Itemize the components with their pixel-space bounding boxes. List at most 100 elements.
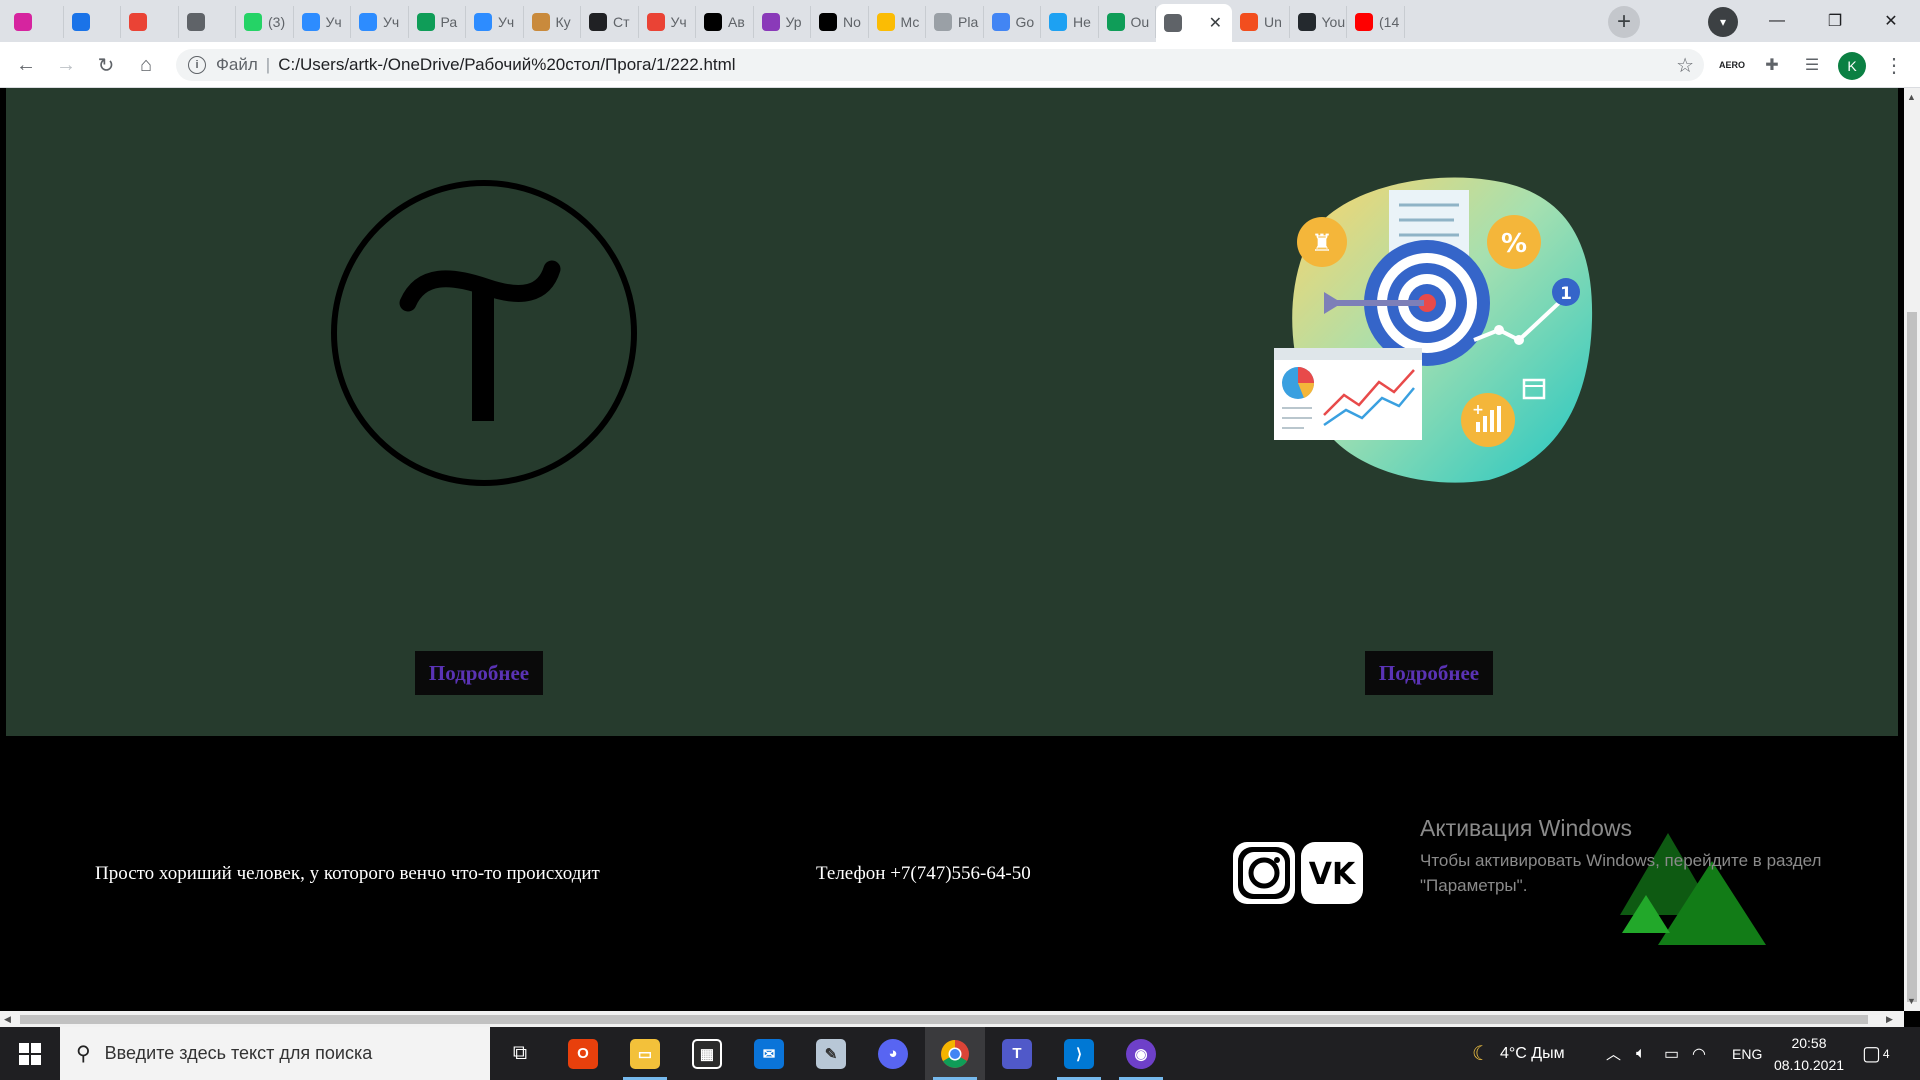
language-indicator[interactable]: ENG <box>1732 1027 1762 1080</box>
notion-icon <box>819 13 837 31</box>
taskbar-paint[interactable]: ✎ <box>801 1027 861 1080</box>
tab-title: No <box>843 14 861 30</box>
scroll-left-arrow-icon[interactable]: ◀ <box>4 1014 11 1025</box>
task-view-button[interactable]: ⧉ <box>490 1027 550 1080</box>
browser-tab[interactable]: ✕ <box>1156 4 1232 42</box>
address-bar[interactable]: i Файл | C:/Users/artk-/OneDrive/Рабочий… <box>176 49 1704 81</box>
taskbar-office[interactable]: O <box>553 1027 613 1080</box>
battery-icon[interactable]: ▭ <box>1664 1027 1679 1080</box>
taskbar-vscode[interactable]: ⟩ <box>1049 1027 1109 1080</box>
browser-tab[interactable] <box>64 6 121 38</box>
browser-tab[interactable] <box>121 6 179 38</box>
footer-tagline: Просто хориший человек, у которого венчо… <box>95 863 600 884</box>
browser-tab[interactable]: Уч <box>351 6 409 38</box>
extensions-puzzle-icon[interactable]: ✚ <box>1760 53 1784 77</box>
browser-tab[interactable]: (14 <box>1347 6 1405 38</box>
more-button-left[interactable]: Подробнее <box>415 651 543 695</box>
browser-tab[interactable]: Go <box>984 6 1041 38</box>
github-desktop-icon: ◉ <box>1126 1038 1156 1069</box>
notification-icon: ▢ <box>1862 1043 1881 1065</box>
notifications-button[interactable]: ▢ 4 <box>1862 1027 1890 1080</box>
vertical-scroll-thumb[interactable] <box>1907 312 1917 1002</box>
activation-watermark-subtitle: Чтобы активировать Windows, перейдите в … <box>1420 851 1822 895</box>
home-icon[interactable]: ⌂ <box>132 51 160 79</box>
browser-tab[interactable]: (3) <box>236 6 294 38</box>
back-arrow-icon[interactable]: ← <box>12 51 40 79</box>
browser-tab[interactable]: Ав <box>696 6 754 38</box>
hand-icon <box>531 13 550 31</box>
browser-tab[interactable]: You <box>1290 6 1347 38</box>
taskbar-chrome[interactable] <box>925 1027 985 1080</box>
browser-tab[interactable]: Уч <box>639 6 696 38</box>
browser-tab[interactable]: Pla <box>926 6 984 38</box>
start-button[interactable] <box>0 1027 60 1080</box>
tab-title: Ст <box>613 14 630 30</box>
marketing-target-illustration: ♜ % 1 + <box>1274 177 1593 483</box>
forward-arrow-icon[interactable]: → <box>52 51 80 79</box>
scroll-down-arrow-icon[interactable]: ▼ <box>1907 996 1916 1006</box>
mail-icon: ✉ <box>754 1038 784 1069</box>
instagram-link[interactable] <box>1233 842 1295 904</box>
browser-tab[interactable]: Не <box>1041 6 1099 38</box>
browser-tab[interactable]: Ку <box>524 6 581 38</box>
browser-tab[interactable]: Уч <box>466 6 524 38</box>
paint-icon: ✎ <box>816 1038 846 1069</box>
activation-watermark-title: Активация Windows <box>1420 815 1632 841</box>
horizontal-scroll-thumb[interactable] <box>20 1015 1868 1024</box>
translate-icon <box>991 13 1010 31</box>
info-icon[interactable]: i <box>188 56 206 74</box>
restore-button[interactable]: ❐ <box>1806 0 1864 42</box>
minimize-button[interactable]: — <box>1748 0 1806 42</box>
media-queue-icon[interactable]: ☰ <box>1800 53 1824 77</box>
browser-tab[interactable]: No <box>811 6 869 38</box>
more-button-right[interactable]: Подробнее <box>1365 651 1493 695</box>
tab-search-button[interactable]: ▾ <box>1708 7 1738 37</box>
browser-tab[interactable]: Un <box>1232 6 1290 38</box>
close-window-button[interactable]: ✕ <box>1862 0 1920 42</box>
wifi-icon[interactable]: ◠ <box>1692 1027 1706 1080</box>
weather-text: 4°C Дым <box>1499 1044 1565 1062</box>
tab-title: Ав <box>728 14 745 30</box>
whatsapp-icon <box>244 13 262 31</box>
tab-title: (14 <box>1379 14 1400 30</box>
weather-widget[interactable]: ☾ 4°C Дым <box>1472 1027 1565 1080</box>
profile-avatar[interactable]: K <box>1838 52 1866 80</box>
address-url[interactable]: C:/Users/artk-/OneDrive/Рабочий%20стол/П… <box>278 55 735 75</box>
tray-chevron-icon[interactable]: ︿ <box>1606 1027 1621 1080</box>
taskbar-store[interactable]: ▦ <box>677 1027 737 1080</box>
browser-tab[interactable]: Ст <box>581 6 639 38</box>
scroll-right-arrow-icon[interactable]: ▶ <box>1886 1014 1893 1025</box>
close-tab-icon[interactable]: ✕ <box>1209 13 1222 33</box>
taskbar-search[interactable]: ⚲ Введите здесь текст для поиска <box>60 1027 490 1080</box>
volume-icon[interactable]: 🔈︎ <box>1636 1027 1646 1080</box>
instagram-icon <box>1238 847 1290 899</box>
sheets-icon <box>1106 13 1125 31</box>
taskbar-mail[interactable]: ✉ <box>739 1027 799 1080</box>
clock[interactable]: 20:58 08.10.2021 <box>1774 1027 1844 1080</box>
taskbar-teams[interactable]: T <box>987 1027 1047 1080</box>
browser-tab[interactable]: Ou <box>1099 6 1156 38</box>
taskbar-discord[interactable]: ◕ <box>863 1027 923 1080</box>
address-separator: | <box>265 55 271 74</box>
tab-title: Ou <box>1130 14 1150 30</box>
taskbar-explorer[interactable]: ▭ <box>615 1027 675 1080</box>
aero-extension-icon[interactable]: AERO <box>1719 53 1745 77</box>
new-tab-button[interactable]: + <box>1608 6 1640 38</box>
chrome-icon <box>941 1039 969 1068</box>
vk-link[interactable]: VK <box>1301 842 1363 904</box>
browser-tab[interactable]: Ур <box>754 6 811 38</box>
bookmark-star-icon[interactable]: ☆ <box>1676 53 1694 78</box>
office-icon: O <box>568 1038 598 1069</box>
scroll-up-arrow-icon[interactable]: ▲ <box>1907 92 1916 102</box>
moon-cloud-icon: ☾ <box>1472 1043 1490 1065</box>
tab-title: Уч <box>325 14 342 30</box>
browser-tab[interactable]: Мс <box>869 6 926 38</box>
browser-tab[interactable] <box>179 6 236 38</box>
menu-dots-icon[interactable]: ⋮ <box>1882 53 1906 77</box>
browser-tab[interactable] <box>6 6 64 38</box>
taskbar-github-desktop[interactable]: ◉ <box>1111 1027 1171 1080</box>
browser-tab[interactable]: Ра <box>409 6 466 38</box>
browser-tab[interactable]: Уч <box>294 6 351 38</box>
vscode-icon: ⟩ <box>1064 1038 1094 1069</box>
reload-icon[interactable]: ↻ <box>92 51 120 79</box>
